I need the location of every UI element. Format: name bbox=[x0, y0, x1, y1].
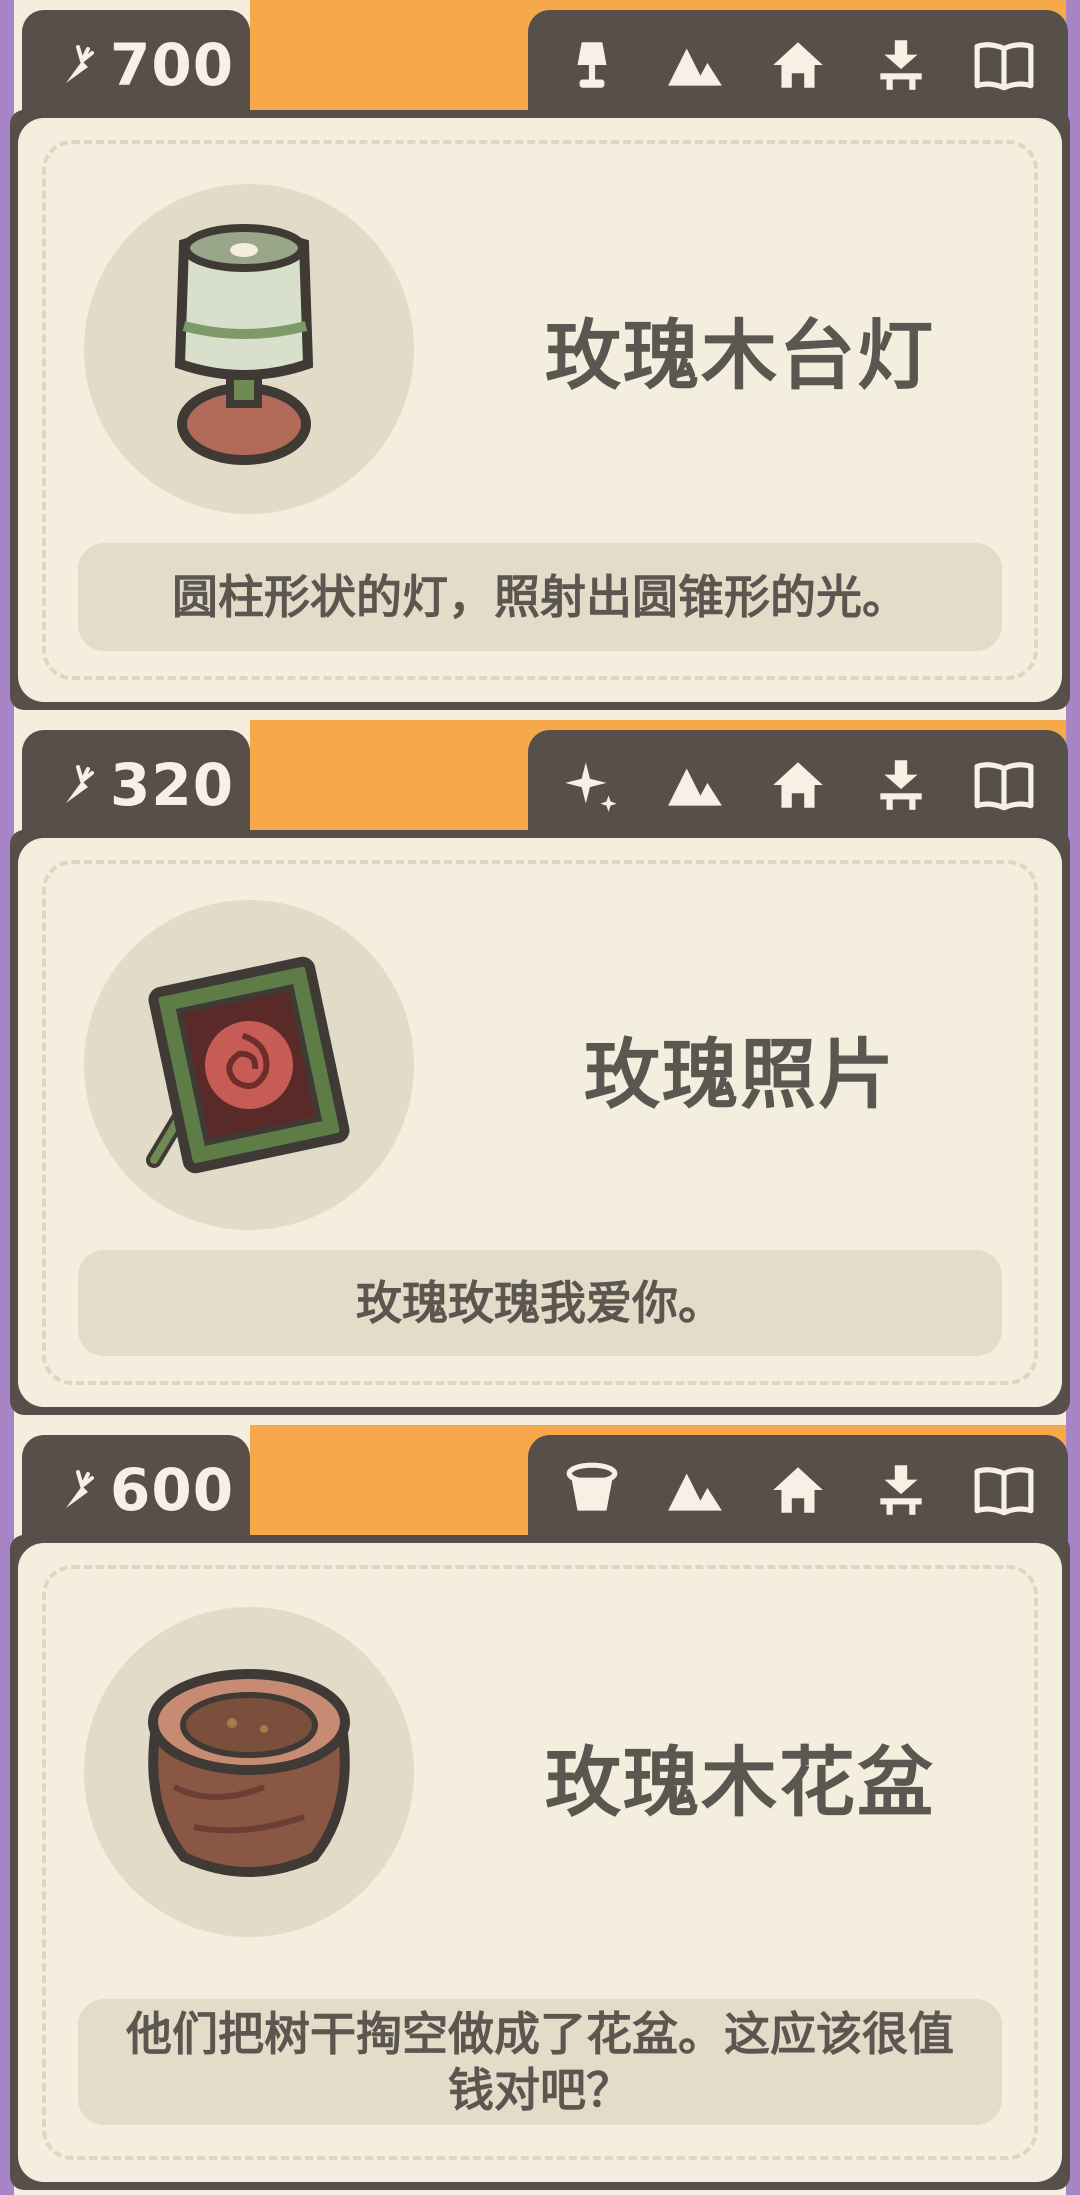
item-name: 玫瑰照片 bbox=[584, 1030, 896, 1119]
item-frame: 玫瑰木花盆 他们把树干掏空做成了花盆。这应该很值钱对吧？ bbox=[10, 1535, 1070, 2190]
fountain-icon[interactable] bbox=[866, 750, 936, 820]
category-tab-bar bbox=[528, 1435, 1068, 1545]
fountain-icon[interactable] bbox=[866, 30, 936, 100]
rosewood-flowerpot-icon bbox=[148, 1669, 350, 1877]
book-icon[interactable] bbox=[969, 1455, 1039, 1525]
item-description-box: 他们把树干掏空做成了花盆。这应该很值钱对吧？ bbox=[78, 1999, 1002, 2125]
item-detail-card: 玫瑰照片 玫瑰玫瑰我爱你。 bbox=[18, 838, 1062, 1407]
item-name: 玫瑰木花盆 bbox=[545, 1738, 935, 1827]
item-frame: 玫瑰木台灯 圆柱形状的灯，照射出圆锥形的光。 bbox=[10, 110, 1070, 710]
book-icon[interactable] bbox=[969, 30, 1039, 100]
item-image-circle bbox=[84, 1607, 414, 1937]
sparkle-icon[interactable] bbox=[557, 750, 627, 820]
house-icon[interactable] bbox=[763, 1455, 833, 1525]
price-value: 600 bbox=[110, 1456, 235, 1524]
mountains-icon[interactable] bbox=[660, 1455, 730, 1525]
mountains-icon[interactable] bbox=[660, 30, 730, 100]
item-card-2: 320 玫瑰照片 玫瑰玫瑰我爱你。 bbox=[0, 720, 1080, 1425]
item-detail-card: 玫瑰木台灯 圆柱形状的灯，照射出圆锥形的光。 bbox=[18, 118, 1062, 702]
rose-photo-icon bbox=[146, 956, 350, 1174]
flowerpot-icon[interactable] bbox=[557, 1455, 627, 1525]
price-value: 700 bbox=[110, 31, 235, 99]
item-description: 他们把树干掏空做成了花盆。这应该很值钱对吧？ bbox=[126, 2007, 954, 2117]
rosewood-lamp-icon bbox=[174, 224, 314, 465]
item-description-box: 玫瑰玫瑰我爱你。 bbox=[78, 1250, 1002, 1356]
price-tab: 700 bbox=[22, 10, 250, 120]
price-tab: 600 bbox=[22, 1435, 250, 1545]
item-description-box: 圆柱形状的灯，照射出圆锥形的光。 bbox=[78, 543, 1002, 651]
item-detail-card: 玫瑰木花盆 他们把树干掏空做成了花盆。这应该很值钱对吧？ bbox=[18, 1543, 1062, 2182]
item-image-circle bbox=[84, 184, 414, 514]
book-icon[interactable] bbox=[969, 750, 1039, 820]
category-tab-bar bbox=[528, 730, 1068, 840]
mountains-icon[interactable] bbox=[660, 750, 730, 820]
price-tab: 320 bbox=[22, 730, 250, 840]
fountain-icon[interactable] bbox=[866, 1455, 936, 1525]
item-image-circle bbox=[84, 900, 414, 1230]
house-icon[interactable] bbox=[763, 30, 833, 100]
price-value: 320 bbox=[110, 751, 235, 819]
item-name: 玫瑰木台灯 bbox=[545, 311, 935, 400]
category-tab-bar bbox=[528, 10, 1068, 120]
item-card-1: 700 玫瑰木台灯 圆柱形状的灯，照射出圆锥形的光。 bbox=[0, 0, 1080, 720]
carrot-icon bbox=[66, 1470, 94, 1508]
item-description: 圆柱形状的灯，照射出圆锥形的光。 bbox=[172, 570, 908, 624]
carrot-icon bbox=[66, 765, 94, 803]
item-frame: 玫瑰照片 玫瑰玫瑰我爱你。 bbox=[10, 830, 1070, 1415]
item-card-3: 600 玫瑰木花盆 他们把树干掏空做成了花盆。这应该很值钱对吧？ bbox=[0, 1425, 1080, 2195]
house-icon[interactable] bbox=[763, 750, 833, 820]
carrot-icon bbox=[66, 45, 94, 83]
lamp-icon[interactable] bbox=[557, 30, 627, 100]
item-description: 玫瑰玫瑰我爱你。 bbox=[356, 1276, 724, 1330]
